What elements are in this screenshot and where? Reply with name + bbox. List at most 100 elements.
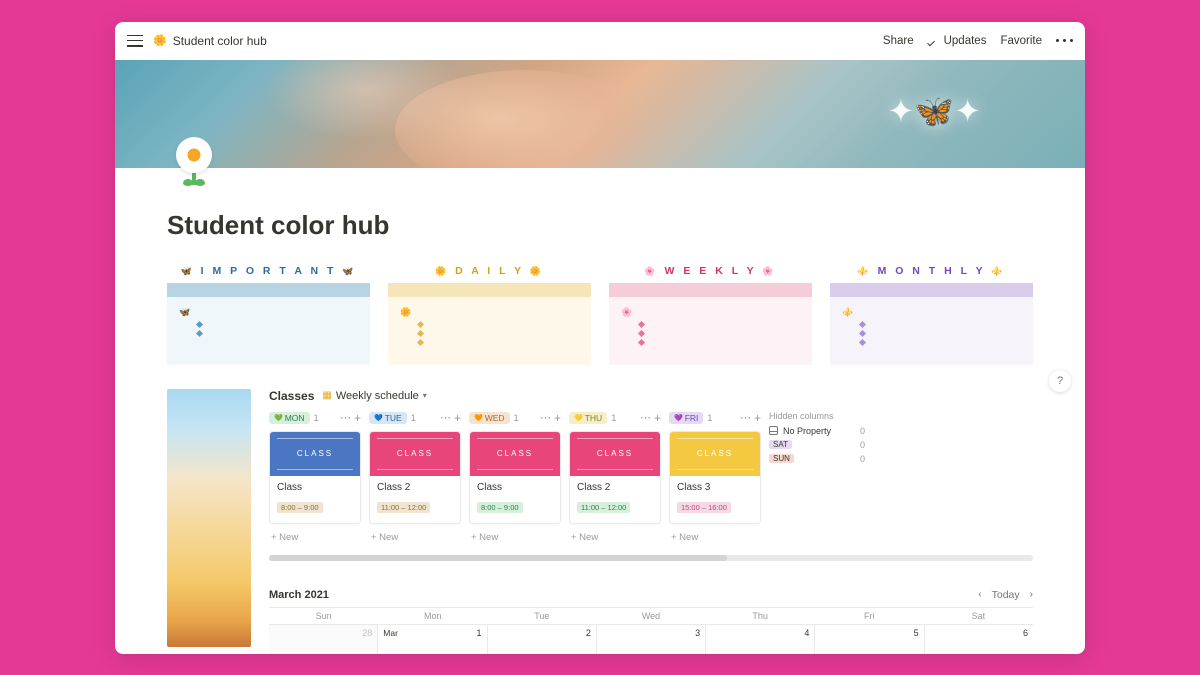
card-title: Class 2 (577, 482, 653, 493)
card-title: Class (477, 482, 553, 493)
class-card[interactable]: CLASS Class 8:00 – 9:00 (469, 431, 561, 524)
hidden-item-sun[interactable]: SUN0 (769, 454, 865, 464)
help-button[interactable]: ? (1049, 370, 1071, 392)
share-button[interactable]: Share (883, 35, 914, 47)
calendar-day-header: Tue (487, 608, 596, 624)
diamond-icon (417, 338, 424, 345)
calendar-cell[interactable]: 5 (815, 624, 924, 654)
blossom-icon: 🌸 (762, 266, 776, 276)
flower-icon: 🌼 (530, 266, 544, 276)
class-card[interactable]: CLASS Class 8:00 – 9:00 (269, 431, 361, 524)
calendar-day-header: Fri (815, 608, 924, 624)
breadcrumb[interactable]: 🌼 Student color hub (153, 34, 267, 48)
column-menu-icon[interactable]: ⋯ (640, 411, 650, 424)
column-header: 💙TUE 1 ⋯ + (369, 411, 461, 425)
column-menu-icon[interactable]: ⋯ (540, 411, 550, 424)
day-pill[interactable]: 💛THU (569, 412, 607, 424)
calendar-title: March 2021 (269, 589, 329, 601)
card-cover: CLASS (570, 432, 660, 476)
diamond-icon (859, 338, 866, 345)
db-view-picker[interactable]: ▦ Weekly schedule ▾ (322, 390, 426, 402)
more-menu-icon[interactable] (1056, 39, 1073, 42)
column-add-button[interactable]: + (754, 411, 761, 425)
calendar-today-button[interactable]: Today (992, 589, 1020, 601)
day-pill[interactable]: 💜FRI (669, 412, 703, 424)
calendar-cell[interactable]: 28 (269, 624, 378, 654)
hidden-item-sat[interactable]: SAT0 (769, 440, 865, 450)
sidebar-image (167, 389, 251, 647)
new-card-button[interactable]: + New (569, 528, 661, 547)
diamond-icon (196, 320, 203, 327)
page-content: Student color hub 🦋 I M P O R T A N T 🦋 … (115, 168, 1085, 654)
fleur-icon: ⚜️ (857, 266, 871, 276)
calendar-next-button[interactable]: › (1030, 589, 1033, 600)
diamond-icon (859, 329, 866, 336)
favorite-button[interactable]: Favorite (1000, 35, 1042, 47)
category-important[interactable]: 🦋 I M P O R T A N T 🦋 🦋 (167, 261, 370, 365)
calendar-cell[interactable]: 3 (597, 624, 706, 654)
category-row: 🦋 I M P O R T A N T 🦋 🦋 🌼 D A I L Y 🌼 🌼 (167, 261, 1033, 365)
no-property-icon (769, 426, 778, 435)
day-pill[interactable]: 💚MON (269, 412, 310, 424)
db-header: Classes ▦ Weekly schedule ▾ (269, 389, 1033, 403)
column-menu-icon[interactable]: ⋯ (740, 411, 750, 424)
card-title: Class 3 (677, 482, 753, 493)
breadcrumb-icon: 🌼 (153, 34, 167, 47)
class-card[interactable]: CLASS Class 2 11:00 – 12:00 (369, 431, 461, 524)
blossom-icon: 🌸 (644, 266, 658, 276)
column-menu-icon[interactable]: ⋯ (440, 411, 450, 424)
new-card-button[interactable]: + New (469, 528, 561, 547)
class-card[interactable]: CLASS Class 2 11:00 – 12:00 (569, 431, 661, 524)
day-pill[interactable]: 🧡WED (469, 412, 510, 424)
diamond-icon (638, 329, 645, 336)
updates-button[interactable]: Updates (928, 35, 987, 47)
new-card-button[interactable]: + New (669, 528, 761, 547)
page-title[interactable]: Student color hub (167, 210, 1033, 241)
calendar-cell[interactable]: 6 (925, 624, 1033, 654)
lower-section: Classes ▦ Weekly schedule ▾ 💚MON 1 ⋯ + C… (167, 389, 1033, 654)
column-header: 💚MON 1 ⋯ + (269, 411, 361, 425)
sidebar-toggle-icon[interactable] (127, 35, 143, 47)
calendar-prev-button[interactable]: ‹ (978, 589, 981, 600)
calendar-row: 28Mar123456 (269, 624, 1033, 654)
new-card-button[interactable]: + New (269, 528, 361, 547)
column-menu-icon[interactable]: ⋯ (340, 411, 350, 424)
board-view-icon: ▦ (322, 390, 331, 401)
calendar-day-header: Sun (269, 608, 378, 624)
calendar-day-header: Mon (378, 608, 487, 624)
calendar-cell[interactable]: 4 (706, 624, 815, 654)
column-add-button[interactable]: + (554, 411, 561, 425)
card-cover: CLASS (470, 432, 560, 476)
butterfly-icon: 🦋 (179, 307, 190, 318)
category-daily[interactable]: 🌼 D A I L Y 🌼 🌼 (388, 261, 591, 365)
calendar-cell[interactable]: Mar1 (378, 624, 487, 654)
column-header: 💜FRI 1 ⋯ + (669, 411, 761, 425)
category-monthly[interactable]: ⚜️ M O N T H L Y ⚜️ ⚜️ (830, 261, 1033, 365)
db-title[interactable]: Classes (269, 389, 314, 403)
diamond-icon (638, 320, 645, 327)
calendar-cell[interactable]: 2 (488, 624, 597, 654)
flower-icon (176, 137, 212, 173)
category-weekly[interactable]: 🌸 W E E K L Y 🌸 🌸 (609, 261, 812, 365)
column-add-button[interactable]: + (354, 411, 361, 425)
column-add-button[interactable]: + (454, 411, 461, 425)
new-card-button[interactable]: + New (369, 528, 461, 547)
page-cover[interactable]: ✦🦋✦ (115, 60, 1085, 168)
butterfly-sparkle-icon: ✦🦋✦ (888, 92, 981, 130)
butterfly-icon: 🦋 (342, 266, 356, 276)
flower-icon: 🌼 (400, 307, 411, 318)
page-icon[interactable] (167, 137, 221, 191)
flower-icon: 🌼 (435, 266, 449, 276)
app-window: 🌼 Student color hub Share Updates Favori… (115, 22, 1085, 654)
horizontal-scrollbar[interactable] (269, 555, 1033, 561)
column-add-button[interactable]: + (654, 411, 661, 425)
calendar-day-header: Wed (596, 608, 705, 624)
class-card[interactable]: CLASS Class 3 15:00 – 16:00 (669, 431, 761, 524)
hidden-item-noprop[interactable]: No Property0 (769, 426, 865, 436)
day-pill[interactable]: 💙TUE (369, 412, 407, 424)
chevron-down-icon: ▾ (423, 391, 427, 400)
column-header: 🧡WED 1 ⋯ + (469, 411, 561, 425)
time-pill: 8:00 – 9:00 (277, 502, 323, 513)
board-column: 💜FRI 1 ⋯ + CLASS Class 3 15:00 – 16:00 +… (669, 411, 761, 547)
board-column: 🧡WED 1 ⋯ + CLASS Class 8:00 – 9:00 + New (469, 411, 561, 547)
